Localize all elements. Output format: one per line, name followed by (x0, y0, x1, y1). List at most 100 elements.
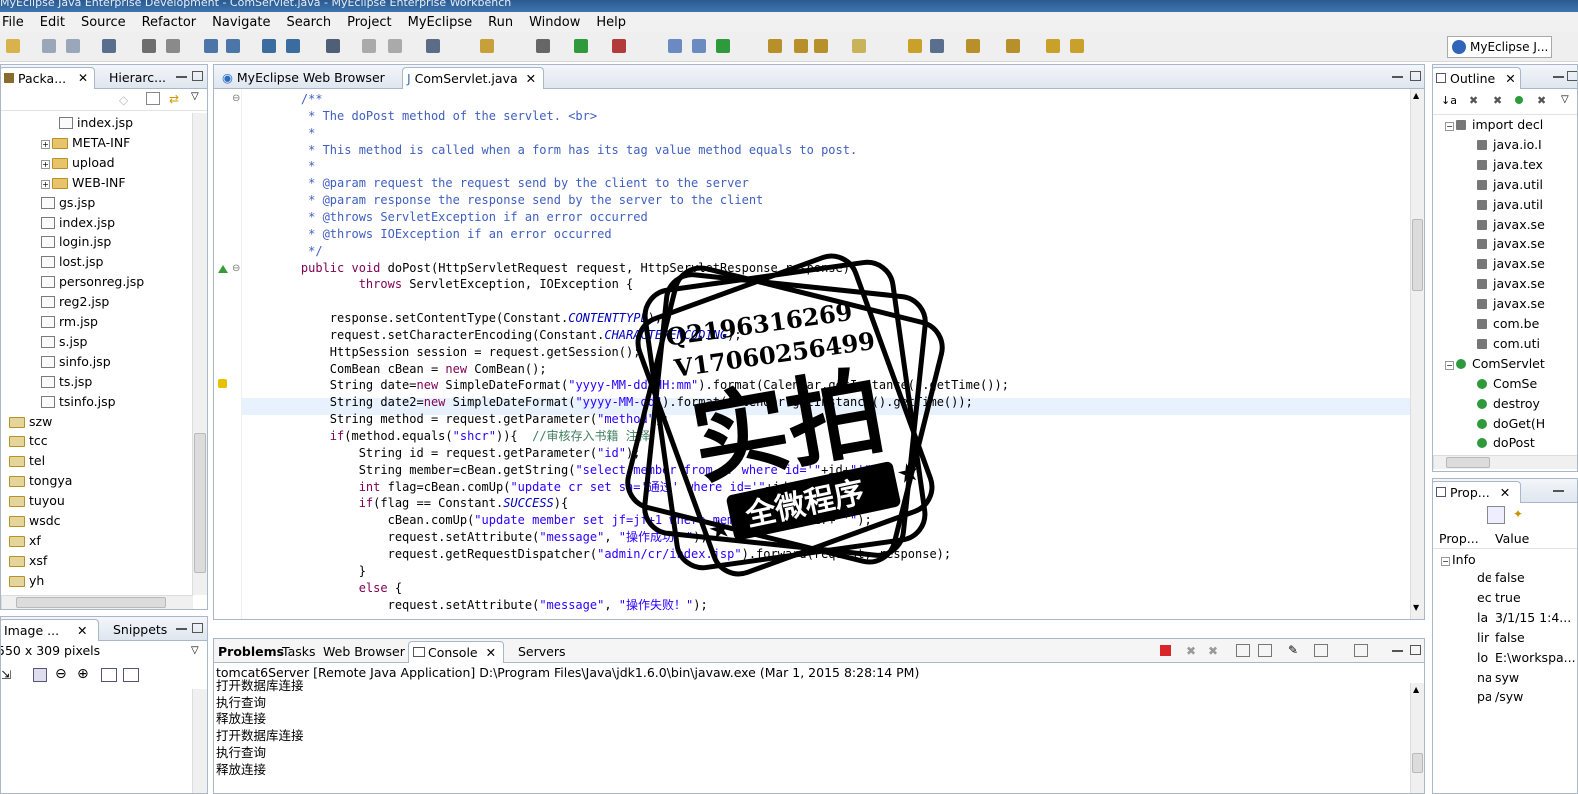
view-menu-icon[interactable]: ▽ (1561, 94, 1569, 105)
fit-window-icon[interactable] (123, 668, 139, 682)
tree-item[interactable]: s.jsp (41, 332, 87, 352)
new-icon[interactable] (6, 39, 20, 53)
scroll-thumb[interactable] (1412, 219, 1423, 291)
property-row[interactable]: lo E:\workspa... (1477, 648, 1576, 668)
mark-icon[interactable] (814, 39, 828, 53)
tree-item[interactable]: rm.jsp (41, 312, 98, 332)
tab-hierarchy[interactable]: Hierarc... (105, 67, 170, 89)
actual-size-icon[interactable] (101, 668, 117, 682)
menu-edit[interactable]: Edit (32, 15, 73, 30)
tree-vertical-scrollbar[interactable] (192, 113, 207, 595)
code-line[interactable]: public void doPost(HttpServletRequest re… (272, 260, 850, 277)
tree-item[interactable]: sinfo.jsp (41, 352, 111, 372)
close-icon[interactable]: ✕ (1500, 485, 1510, 500)
outline-item[interactable]: destroy (1477, 394, 1540, 414)
clear-console-icon[interactable] (1236, 644, 1250, 657)
run-icon[interactable] (574, 39, 588, 53)
link-editor-icon[interactable]: ⇄ (169, 92, 179, 106)
hide-local-types-icon[interactable]: ✖ (1537, 94, 1546, 107)
scroll-up-icon[interactable]: ▲ (1413, 91, 1419, 100)
outline-item[interactable]: javax.se (1477, 274, 1545, 294)
outline-item[interactable]: java.tex (1477, 155, 1543, 175)
new-class-icon[interactable] (286, 39, 300, 53)
maximize-icon[interactable] (192, 71, 203, 81)
menu-myeclipse[interactable]: MyEclipse (400, 15, 481, 30)
outline-item[interactable]: − import decl (1445, 115, 1543, 135)
back-icon[interactable] (1006, 39, 1020, 53)
save-all-icon[interactable] (66, 39, 80, 53)
view-menu-icon[interactable]: ▽ (191, 645, 199, 656)
outline-item[interactable]: javax.se (1477, 254, 1545, 274)
fit-icon[interactable]: ⇲ (1, 668, 11, 682)
tree-item[interactable]: yh (9, 571, 44, 591)
back-icon[interactable]: ◇ (119, 93, 128, 107)
code-line[interactable]: cBean.comUp("update member set jf=jf+1 w… (272, 512, 872, 529)
menu-project[interactable]: Project (339, 15, 399, 30)
browser-icon[interactable] (226, 39, 240, 53)
code-line[interactable]: * @throws IOException if an error occurr… (272, 226, 611, 243)
menu-search[interactable]: Search (278, 15, 339, 30)
tree-item[interactable]: personreg.jsp (41, 272, 144, 292)
tree-item[interactable]: + WEB-INF (41, 173, 126, 193)
tab-console[interactable]: Console ✕ (408, 641, 504, 663)
bookmark-icon[interactable] (768, 39, 782, 53)
code-line[interactable]: String date2=new SimpleDateFormat("yyyy-… (272, 394, 973, 411)
debug-icon[interactable] (536, 39, 550, 53)
menu-refactor[interactable]: Refactor (134, 15, 205, 30)
console-output[interactable]: 打开数据库连接 执行查询 释放连接 打开数据库连接 执行查询 释放连接 (214, 679, 1406, 793)
close-icon[interactable]: ✕ (77, 623, 87, 638)
code-line[interactable]: request.setAttribute("message", "操作成功！")… (272, 529, 708, 546)
minimize-icon[interactable] (1553, 75, 1564, 78)
open-resource-icon[interactable] (692, 39, 706, 53)
code-line[interactable]: String method = request.getParameter("me… (272, 411, 670, 428)
code-line[interactable]: response.setContentType(Constant.CONTENT… (272, 310, 662, 327)
close-icon[interactable]: ✕ (526, 71, 536, 86)
outline-item[interactable]: ComSe (1477, 374, 1537, 394)
tab-image-viewer[interactable]: Image ... ✕ (1, 619, 99, 641)
save-icon[interactable] (42, 39, 56, 53)
code-line[interactable]: request.getRequestDispatcher("admin/cr/i… (272, 546, 952, 563)
tab-servers[interactable]: Servers (514, 641, 570, 663)
menu-file[interactable]: File (0, 15, 32, 30)
hide-static-icon[interactable]: ✖ (1493, 94, 1502, 107)
code-area[interactable]: /** * The doPost method of the servlet. … (242, 91, 1410, 619)
property-row[interactable]: ec true (1477, 588, 1521, 608)
tab-properties[interactable]: Prop... ✕ (1433, 481, 1521, 503)
tree-item[interactable]: tongya (9, 471, 72, 491)
wand-icon[interactable] (852, 39, 866, 53)
tree-item[interactable]: index.jsp (59, 113, 133, 133)
prev-annotation-icon[interactable] (930, 39, 944, 53)
fold-icon[interactable]: ⊖ (232, 263, 240, 274)
tree-item[interactable]: reg2.jsp (41, 292, 109, 312)
open-perspective-icon[interactable] (426, 39, 440, 53)
outline-item[interactable]: javax.se (1477, 215, 1545, 235)
image-vertical-scrollbar[interactable] (192, 689, 207, 793)
code-line[interactable]: * (272, 158, 315, 175)
outline-item[interactable]: java.io.I (1477, 135, 1542, 155)
code-line[interactable]: request.setCharacterEncoding(Constant.CH… (272, 327, 742, 344)
close-icon[interactable]: ✕ (1505, 71, 1515, 86)
refresh-icon[interactable] (716, 39, 730, 53)
maximize-icon[interactable] (1410, 71, 1421, 81)
tree-item[interactable]: + upload (41, 153, 115, 173)
tab-problems[interactable]: Problems (214, 641, 288, 663)
remove-launch-icon[interactable]: ✖ (1186, 644, 1196, 658)
property-row[interactable]: de false (1477, 568, 1525, 588)
expand-icon[interactable]: + (41, 179, 50, 189)
code-line[interactable]: * @param request the request send by the… (272, 175, 749, 192)
close-icon[interactable]: ✕ (486, 645, 496, 660)
outline-item[interactable]: javax.se (1477, 234, 1545, 254)
tree-item[interactable]: + META-INF (41, 133, 130, 153)
terminate-icon[interactable] (1160, 645, 1171, 656)
editor-gutter[interactable]: ⊖ ⊖ (214, 89, 242, 619)
sort-icon[interactable]: ↓a (1441, 94, 1457, 107)
maximize-icon[interactable] (1410, 645, 1421, 655)
value-column-header[interactable]: Value (1495, 531, 1529, 546)
filter-icon[interactable]: ✦ (1513, 507, 1523, 521)
outline-item[interactable]: com.uti (1477, 334, 1540, 354)
outline-item[interactable]: javax.se (1477, 294, 1545, 314)
tree-item[interactable]: xsf (9, 551, 47, 571)
print-icon[interactable] (102, 39, 116, 53)
scroll-up-icon[interactable]: ▲ (1413, 685, 1419, 694)
collapse-icon[interactable]: − (1445, 122, 1454, 131)
